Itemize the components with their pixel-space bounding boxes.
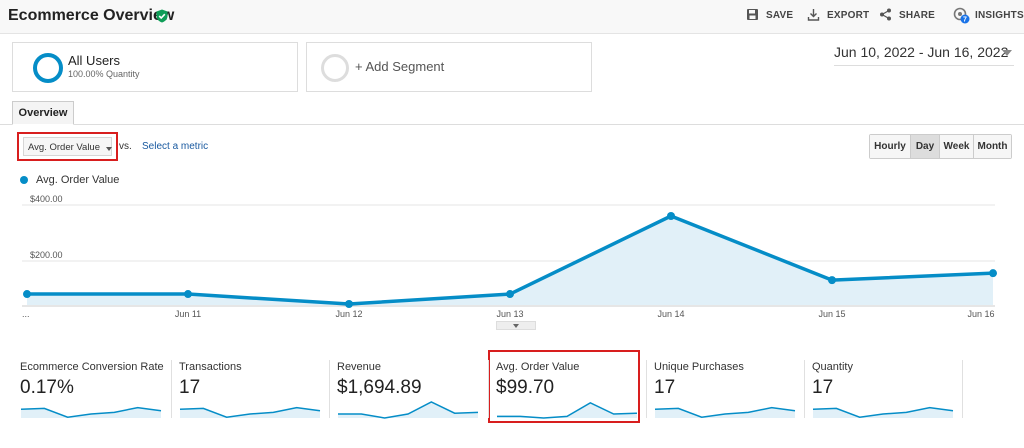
scorecard-value: 17 bbox=[654, 377, 676, 398]
empty-segment-indicator bbox=[321, 54, 349, 82]
data-point-jun-11[interactable] bbox=[184, 290, 192, 299]
scorecard-label: Ecommerce Conversion Rate bbox=[20, 361, 164, 373]
scorecard-value: 17 bbox=[179, 377, 201, 398]
scorecard-value: 0.17% bbox=[20, 377, 74, 398]
period-week-button[interactable]: Week bbox=[939, 135, 973, 158]
scorecard-value: $1,694.89 bbox=[337, 377, 422, 398]
period-month-button[interactable]: Month bbox=[973, 135, 1011, 158]
x-tick-label: Jun 15 bbox=[818, 309, 845, 319]
scorecard-label: Transactions bbox=[179, 361, 242, 373]
scorecard-divider bbox=[329, 360, 330, 418]
export-button[interactable]: EXPORT bbox=[807, 9, 870, 21]
scorecard-value: 17 bbox=[812, 377, 834, 398]
chevron-down-icon bbox=[106, 147, 112, 151]
segment-color-indicator bbox=[33, 53, 63, 83]
page-title: Ecommerce Overview bbox=[8, 7, 175, 24]
date-range-picker[interactable]: Jun 10, 2022 - Jun 16, 2022 bbox=[834, 44, 1014, 66]
avg-order-value-chart: $400.00 $200.00 ... Jun 11 Jun 12 Jun 13 Jun … bbox=[22, 194, 997, 319]
segment-subtitle: 100.00% Quantity bbox=[68, 69, 140, 79]
metric-dropdown-highlight: Avg. Order Value bbox=[17, 132, 118, 161]
scorecard-transactions[interactable]: Transactions 17 bbox=[179, 359, 329, 421]
y-tick-label: $200.00 bbox=[30, 250, 63, 260]
scorecard-label: Avg. Order Value bbox=[496, 361, 580, 373]
share-button[interactable]: SHARE bbox=[880, 8, 936, 21]
scorecard-sparkline bbox=[654, 406, 796, 418]
segment-name: All Users bbox=[68, 53, 121, 68]
scorecard-label: Quantity bbox=[812, 361, 853, 373]
scorecard-sparkline bbox=[497, 401, 638, 419]
scorecard-sparkline bbox=[338, 401, 479, 419]
share-icon bbox=[880, 8, 891, 21]
legend-series-label: Avg. Order Value bbox=[36, 174, 120, 186]
insights-label: INSIGHTS bbox=[975, 10, 1024, 21]
scorecard-quantity[interactable]: Quantity 17 bbox=[812, 359, 962, 421]
chevron-down-icon bbox=[1002, 50, 1012, 56]
tab-overview[interactable]: Overview bbox=[12, 101, 74, 125]
data-point-jun-10[interactable] bbox=[23, 290, 31, 299]
scorecard-sparkline bbox=[20, 406, 162, 418]
scorecard-ecommerce-conversion-rate[interactable]: Ecommerce Conversion Rate 0.17% bbox=[20, 359, 170, 421]
x-tick-label: Jun 11 bbox=[175, 309, 201, 319]
chart-collapse-handle[interactable] bbox=[496, 321, 536, 330]
scorecard-divider bbox=[962, 360, 963, 418]
metric-dropdown[interactable]: Avg. Order Value bbox=[23, 137, 112, 156]
export-label: EXPORT bbox=[827, 10, 870, 21]
data-point-jun-14[interactable] bbox=[667, 212, 675, 220]
select-metric-link[interactable]: Select a metric bbox=[142, 141, 208, 152]
scorecard-sparkline bbox=[179, 406, 321, 418]
scorecard-divider bbox=[646, 360, 647, 418]
save-label: SAVE bbox=[766, 10, 794, 21]
save-button[interactable]: SAVE bbox=[747, 9, 794, 21]
data-point-jun-15[interactable] bbox=[828, 276, 836, 285]
download-icon bbox=[807, 9, 820, 21]
scorecard-sparkline bbox=[812, 406, 954, 418]
x-tick-label: Jun 14 bbox=[657, 309, 684, 319]
period-day-button[interactable]: Day bbox=[910, 135, 939, 158]
date-range-text: Jun 10, 2022 - Jun 16, 2022 bbox=[834, 44, 1009, 60]
add-segment-button[interactable]: + Add Segment bbox=[306, 42, 592, 92]
scorecard-avg-order-value[interactable]: Avg. Order Value $99.70 bbox=[496, 359, 646, 421]
metric-dropdown-value: Avg. Order Value bbox=[28, 142, 100, 153]
x-tick-label: Jun 13 bbox=[496, 309, 523, 319]
segment-all-users[interactable]: All Users 100.00% Quantity bbox=[12, 42, 298, 92]
scorecard-label: Unique Purchases bbox=[654, 361, 744, 373]
y-tick-label: $400.00 bbox=[30, 194, 63, 204]
scorecard-revenue[interactable]: Revenue $1,694.89 bbox=[337, 359, 487, 421]
insights-badge-count: 7 bbox=[963, 17, 967, 24]
vs-label: vs. bbox=[119, 141, 132, 152]
data-point-jun-12[interactable] bbox=[345, 300, 353, 308]
scorecard-value: $99.70 bbox=[496, 377, 555, 398]
save-icon bbox=[747, 9, 758, 20]
data-point-jun-13[interactable] bbox=[506, 290, 514, 299]
x-tick-label: Jun 12 bbox=[335, 309, 362, 319]
chevron-down-icon bbox=[513, 324, 519, 328]
report-header: Ecommerce Overview SAVE EXPORT SHARE 7 I… bbox=[0, 0, 1024, 34]
x-tick-label: ... bbox=[22, 309, 30, 319]
scorecard-unique-purchases[interactable]: Unique Purchases 17 bbox=[654, 359, 804, 421]
scorecard-divider bbox=[171, 360, 172, 418]
tab-strip-divider bbox=[0, 124, 1024, 125]
x-tick-label: Jun 16 bbox=[967, 309, 994, 319]
legend-series-swatch bbox=[20, 176, 28, 184]
share-label: SHARE bbox=[899, 10, 936, 21]
scorecard-label: Revenue bbox=[337, 361, 382, 373]
insights-button[interactable]: 7 INSIGHTS bbox=[953, 7, 1024, 24]
scorecard-divider bbox=[804, 360, 805, 418]
sparkline-area bbox=[338, 402, 478, 418]
data-point-jun-16[interactable] bbox=[989, 269, 997, 278]
add-segment-label: + Add Segment bbox=[355, 59, 445, 74]
period-button-group: Hourly Day Week Month bbox=[869, 134, 1012, 159]
insights-icon: 7 bbox=[953, 7, 970, 24]
scorecard-divider bbox=[488, 360, 489, 418]
verified-shield-icon bbox=[156, 9, 168, 23]
period-hourly-button[interactable]: Hourly bbox=[870, 135, 910, 158]
